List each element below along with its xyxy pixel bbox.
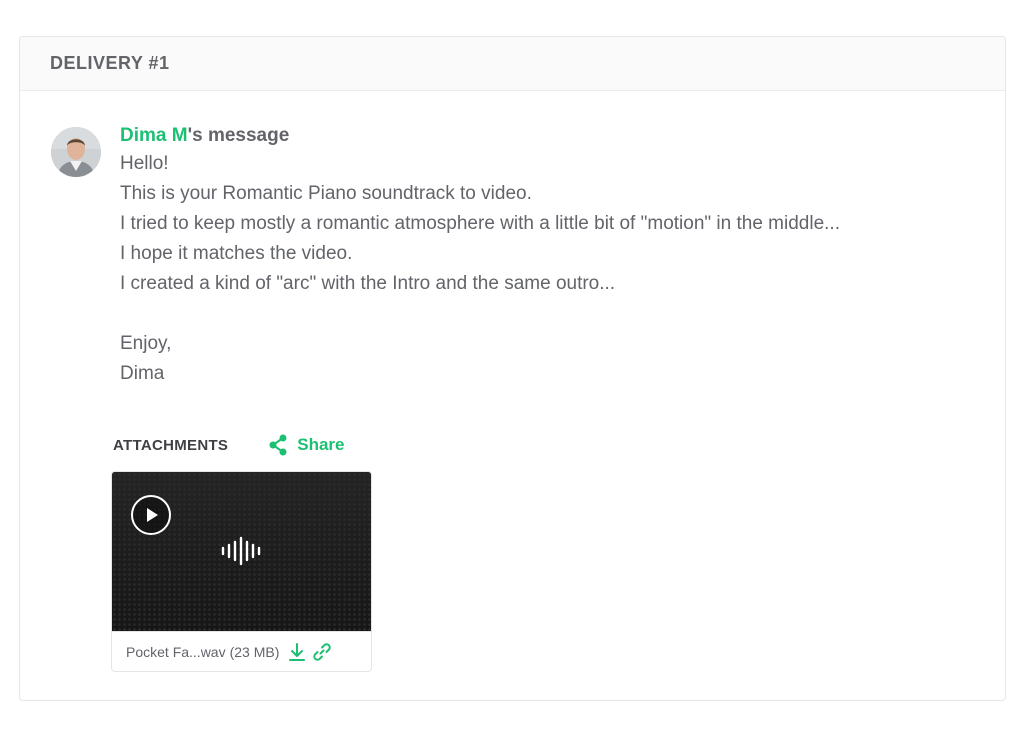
message-line: This is your Romantic Piano soundtrack t…	[120, 183, 532, 204]
attachment-card[interactable]: Pocket Fa...wav (23 MB)	[111, 471, 372, 672]
author-link[interactable]: Dima M	[120, 125, 188, 146]
message-header-suffix: 's message	[187, 125, 290, 146]
message-header: Dima M's message	[120, 123, 990, 149]
message-line: Dima	[120, 363, 165, 384]
share-label: Share	[297, 435, 345, 454]
avatar-image	[51, 127, 101, 177]
audio-waveform-icon	[221, 536, 261, 566]
audio-preview[interactable]	[112, 472, 371, 631]
delivery-header: DELIVERY #1	[20, 37, 1005, 91]
link-icon[interactable]	[312, 642, 332, 662]
attachments-header: ATTACHMENTS Share	[113, 432, 344, 458]
delivery-card: DELIVERY #1 Dima M's message Hello! This…	[19, 36, 1006, 701]
message-line: I created a kind of "arc" with the Intro…	[120, 273, 616, 294]
share-button[interactable]: Share	[268, 434, 344, 456]
message-line: I hope it matches the video.	[120, 243, 353, 264]
message-line: I tried to keep mostly a romantic atmosp…	[120, 213, 840, 234]
download-icon[interactable]	[288, 642, 306, 662]
attachment-meta: Pocket Fa...wav (23 MB)	[112, 631, 371, 671]
message-body: Dima M's message Hello! This is your Rom…	[120, 123, 990, 389]
message-line: Hello!	[120, 153, 169, 174]
play-button[interactable]	[131, 495, 171, 535]
delivery-title: DELIVERY #1	[50, 53, 170, 73]
play-icon	[147, 508, 158, 522]
message-line: Enjoy,	[120, 333, 172, 354]
attachment-filename: Pocket Fa...wav	[126, 644, 226, 660]
attachment-size: (23 MB)	[229, 644, 280, 660]
attachments-title: ATTACHMENTS	[113, 436, 229, 454]
message-line	[120, 299, 990, 329]
share-icon	[268, 434, 288, 456]
avatar	[51, 127, 101, 177]
